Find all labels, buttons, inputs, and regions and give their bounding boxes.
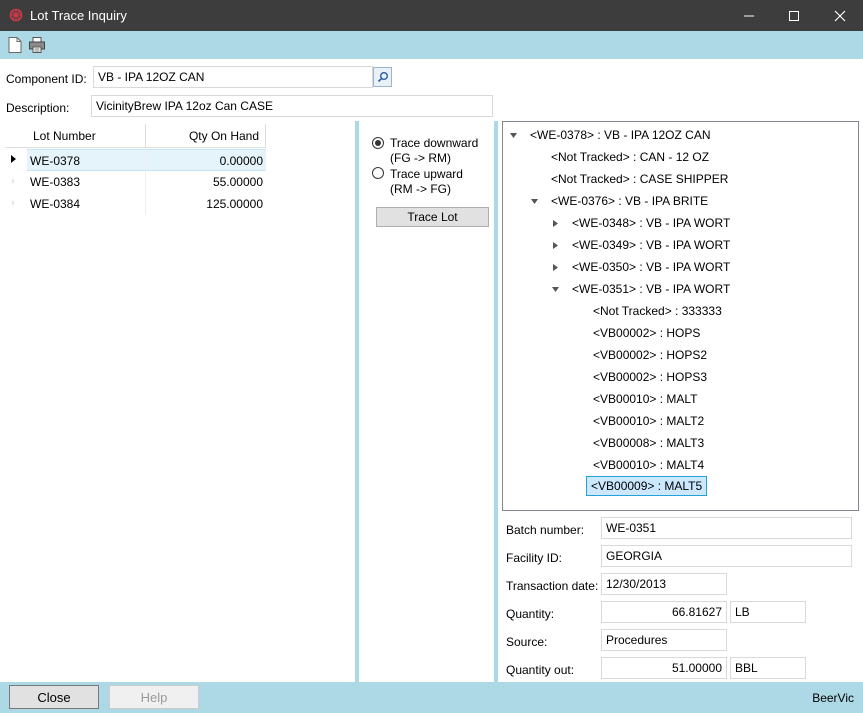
table-row[interactable]: WE-0378 0.00000 <box>5 149 267 171</box>
maximize-icon <box>789 11 799 21</box>
quantity-field: 66.81627 <box>601 601 727 623</box>
trace-downward-subtext: (FG -> RM) <box>390 151 451 165</box>
toolbar <box>0 31 863 59</box>
tree-node-label[interactable]: <WE-0378> : VB - IPA 12OZ CAN <box>525 125 716 145</box>
tree-node-label[interactable]: <VB00002> : HOPS <box>588 323 705 343</box>
row-arrow-icon <box>12 178 15 184</box>
component-id-field[interactable]: VB - IPA 12OZ CAN <box>93 66 373 88</box>
quantity-out-field: 51.00000 <box>601 657 727 679</box>
qty-on-hand-cell[interactable]: 125.00000 <box>146 193 266 215</box>
tree-node-label[interactable]: <VB00010> : MALT2 <box>588 411 709 431</box>
trace-upward-radio[interactable] <box>372 167 384 179</box>
lot-number-cell[interactable]: WE-0384 <box>27 193 146 215</box>
lot-number-cell[interactable]: WE-0383 <box>27 171 146 193</box>
app-logo-icon <box>9 8 23 22</box>
table-row[interactable]: WE-0383 55.00000 <box>5 171 267 193</box>
quantity-out-unit-field: BBL <box>730 657 806 679</box>
tree-node-label[interactable]: <VB00010> : MALT4 <box>588 455 709 475</box>
transaction-date-label: Transaction date: <box>506 579 599 593</box>
trace-upward-label[interactable]: Trace upward (RM -> FG) <box>390 167 463 197</box>
tree-node-label[interactable]: <WE-0376> : VB - IPA BRITE <box>546 191 713 211</box>
help-button[interactable]: Help <box>109 685 199 709</box>
trace-downward-radio[interactable] <box>372 137 384 149</box>
expand-arrow-icon[interactable] <box>551 219 560 228</box>
quantity-unit-field: LB <box>730 601 806 623</box>
tree-node-label[interactable]: <VB00008> : MALT3 <box>588 433 709 453</box>
minimize-icon <box>744 15 754 17</box>
grid-corner <box>5 124 27 148</box>
close-button[interactable]: Close <box>9 685 99 709</box>
right-splitter[interactable] <box>494 121 498 682</box>
trace-upward-text: Trace upward <box>390 167 463 181</box>
current-row-arrow-icon <box>11 155 16 163</box>
tree-node-label[interactable]: <Not Tracked> : CAN - 12 OZ <box>546 147 714 167</box>
expand-arrow-icon[interactable] <box>551 263 560 272</box>
tree-node-label[interactable]: <VB00002> : HOPS2 <box>588 345 712 365</box>
tree-node-label[interactable]: <Not Tracked> : 333333 <box>588 301 727 321</box>
new-document-icon[interactable] <box>6 36 24 54</box>
close-window-button[interactable] <box>817 0 863 31</box>
table-row[interactable]: WE-0384 125.00000 <box>5 193 267 215</box>
collapse-arrow-icon[interactable] <box>509 131 518 140</box>
source-field: Procedures <box>601 629 727 651</box>
row-header <box>5 193 27 215</box>
trace-lot-button[interactable]: Trace Lot <box>376 207 489 227</box>
quantity-label: Quantity: <box>506 607 555 621</box>
description-label: Description: <box>6 101 70 115</box>
bottom-bar: Close Help BeerVic <box>0 682 863 713</box>
trace-downward-text: Trace downward <box>390 136 479 150</box>
facility-id-label: Facility ID: <box>506 551 563 565</box>
component-id-label: Component ID: <box>6 72 87 86</box>
trace-tree: <WE-0378> : VB - IPA 12OZ CAN <Not Track… <box>502 121 859 511</box>
row-header <box>5 171 27 193</box>
row-header <box>5 149 27 171</box>
window-title: Lot Trace Inquiry <box>30 8 127 23</box>
lot-grid: Lot Number Qty On Hand WE-0378 0.00000 W… <box>5 124 355 680</box>
tree-node-label[interactable]: <VB00010> : MALT <box>588 389 703 409</box>
quantity-out-label: Quantity out: <box>506 663 575 677</box>
column-header-lot-number[interactable]: Lot Number <box>27 124 146 148</box>
facility-id-field: GEORGIA <box>601 545 852 567</box>
lot-number-cell[interactable]: WE-0378 <box>27 149 146 171</box>
collapse-arrow-icon[interactable] <box>530 197 539 206</box>
qty-on-hand-cell[interactable]: 0.00000 <box>146 149 266 171</box>
description-field: VicinityBrew IPA 12oz Can CASE <box>91 95 493 117</box>
row-arrow-icon <box>12 200 15 206</box>
brand-label: BeerVic <box>812 691 854 705</box>
trace-downward-label[interactable]: Trace downward (FG -> RM) <box>390 136 478 166</box>
tree-node-label[interactable]: <WE-0350> : VB - IPA WORT <box>567 257 735 277</box>
trace-upward-subtext: (RM -> FG) <box>390 182 451 196</box>
tree-node-label[interactable]: <Not Tracked> : CASE SHIPPER <box>546 169 733 189</box>
tree-node-label[interactable]: <WE-0351> : VB - IPA WORT <box>567 279 735 299</box>
maximize-button[interactable] <box>771 0 817 31</box>
tree-node-label[interactable]: <VB00002> : HOPS3 <box>588 367 712 387</box>
column-header-qty-on-hand[interactable]: Qty On Hand <box>146 124 266 148</box>
tree-node-label[interactable]: <VB00009> : MALT5 <box>586 476 708 496</box>
qty-on-hand-cell[interactable]: 55.00000 <box>146 171 266 193</box>
transaction-date-field: 12/30/2013 <box>601 573 727 595</box>
title-bar: Lot Trace Inquiry <box>0 0 863 31</box>
collapse-arrow-icon[interactable] <box>551 285 560 294</box>
grid-header: Lot Number Qty On Hand <box>5 124 355 148</box>
minimize-button[interactable] <box>726 0 772 31</box>
tree-node-label[interactable]: <WE-0349> : VB - IPA WORT <box>567 235 735 255</box>
close-icon <box>834 10 846 22</box>
source-label: Source: <box>506 635 548 649</box>
batch-number-label: Batch number: <box>506 523 585 537</box>
left-splitter[interactable] <box>355 121 359 682</box>
expand-arrow-icon[interactable] <box>551 241 560 250</box>
batch-number-field: WE-0351 <box>601 517 852 539</box>
tree-node-label[interactable]: <WE-0348> : VB - IPA WORT <box>567 213 735 233</box>
printer-icon[interactable] <box>28 36 46 54</box>
search-icon <box>377 72 388 83</box>
component-lookup-button[interactable] <box>373 67 392 87</box>
